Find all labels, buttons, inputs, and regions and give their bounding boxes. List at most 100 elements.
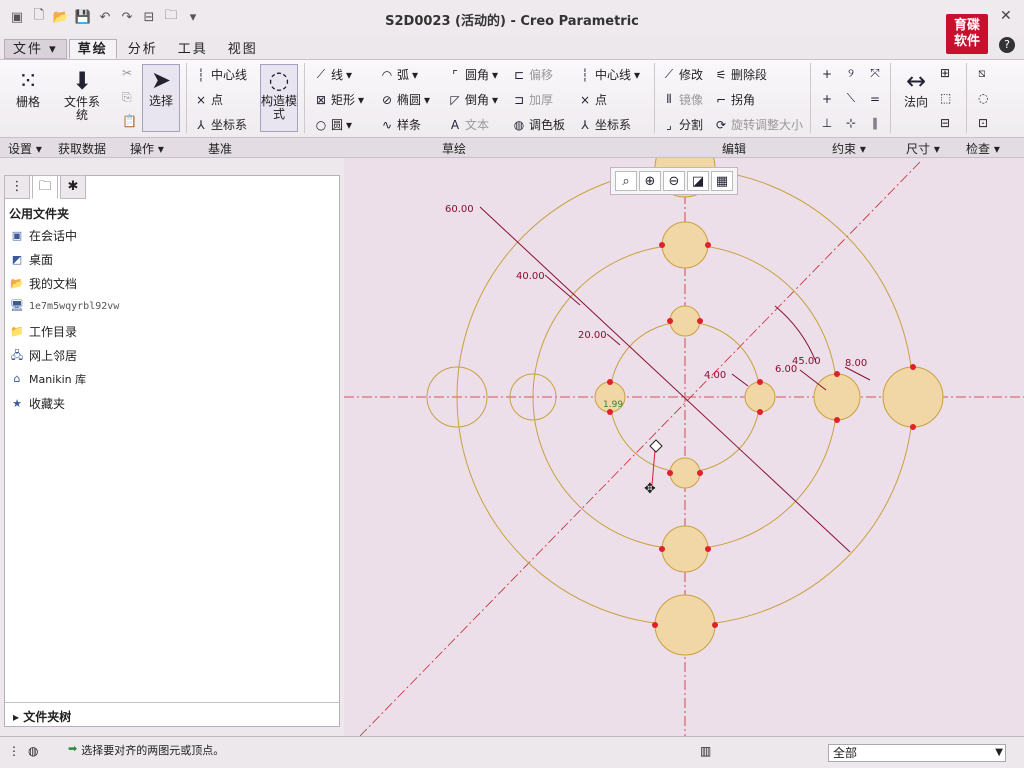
midpoint-constraint-icon[interactable]: ⤧ (868, 66, 882, 81)
divide-button[interactable]: ⌟ 分割 (662, 116, 703, 133)
text-button[interactable]: A 文本 (448, 116, 489, 133)
dim-40: 40.00 (516, 271, 545, 282)
group-settings[interactable]: 设置 ▾ (8, 140, 42, 157)
chamfer-icon: ◸ (450, 92, 460, 107)
chevron-down-icon: ▼ (995, 747, 1003, 758)
thicken-icon: ⊐ (513, 92, 525, 107)
fillet-button[interactable]: ⌜ 圆角 ▾ (448, 66, 498, 83)
folder-tree-toggle[interactable]: ▸ 文件夹树 (5, 702, 339, 726)
favorites-icon: ★ (12, 396, 22, 410)
group-inspect[interactable]: 检查 ▾ (966, 140, 1000, 157)
tab-tools[interactable]: 工具 (169, 39, 217, 59)
sketch-point-button[interactable]: × 点 (578, 91, 607, 108)
sketch-view-icon[interactable]: ◪ (687, 171, 709, 191)
display-options-icon[interactable]: ▦ (711, 171, 733, 191)
datum-centerline-button[interactable]: ┆ 中心线 (194, 66, 247, 83)
folder-desktop[interactable]: ◩ 桌面 (10, 251, 53, 268)
perimeter-icon[interactable]: ⊞ (940, 66, 950, 80)
smart-filter-icon[interactable]: ▥ (700, 744, 711, 758)
graphics-window[interactable]: 60.00 40.00 20.00 4.00 6.00 45.00 8.00 1… (344, 136, 1024, 737)
selection-filter[interactable]: 全部 ▼ (828, 744, 1006, 762)
overlapping-geometry-icon[interactable]: ⧅ (978, 66, 986, 81)
mirror-button[interactable]: ⫴ 镜像 (662, 91, 703, 108)
shade-closed-loops-icon[interactable]: ⊡ (978, 116, 988, 130)
highlight-open-ends-icon[interactable]: ◌ (978, 91, 988, 105)
rotate-resize-button[interactable]: ⟳ 旋转调整大小 (714, 116, 803, 133)
spline-icon: ∿ (381, 117, 393, 132)
library-icon: ⌂ (13, 372, 21, 385)
group-operations[interactable]: 操作 ▾ (130, 140, 164, 157)
group-datum: 基准 (208, 142, 233, 156)
rectangle-button[interactable]: ⊠ 矩形 ▾ (314, 91, 364, 108)
baseline-icon[interactable]: ⊟ (940, 116, 950, 130)
sketch-centerline-button[interactable]: ┆ 中心线 ▾ (578, 66, 640, 83)
zoom-out-icon[interactable]: ⊖ (663, 171, 685, 191)
perpendicular-constraint-icon[interactable]: ⊥ (820, 116, 834, 130)
hole-bottom-mid (661, 525, 709, 573)
rotate-resize-icon: ⟳ (715, 117, 727, 132)
datum-coordsys-button[interactable]: ⅄ 坐标系 (194, 116, 247, 133)
cut-icon[interactable]: ✂ (122, 66, 132, 80)
group-constrain[interactable]: 约束 ▾ (832, 140, 866, 157)
normal-dimension-button[interactable]: ↔ 法向 (896, 66, 936, 109)
close-icon[interactable]: ✕ (1000, 8, 1012, 24)
tab-file[interactable]: 文件 ▾ (4, 39, 67, 59)
sketch-coordsys-button[interactable]: ⅄ 坐标系 (578, 116, 631, 133)
folder-favorites[interactable]: ★ 收藏夹 (10, 395, 65, 412)
horizontal-constraint-icon[interactable]: + (820, 92, 834, 106)
corner-button[interactable]: ⌐ 拐角 (714, 91, 755, 108)
model-tree-tab[interactable]: ⋮ (4, 175, 30, 199)
thicken-button[interactable]: ⊐ 加厚 (512, 91, 553, 108)
modify-button[interactable]: ⟋ 修改 (662, 66, 703, 83)
palette-button[interactable]: ◍ 调色板 (512, 116, 565, 133)
tab-view[interactable]: 视图 (219, 39, 267, 59)
tab-analysis[interactable]: 分析 (119, 39, 167, 59)
tangent-constraint-icon[interactable]: ୨ (844, 66, 858, 81)
parallel-constraint-icon[interactable]: ∥ (868, 116, 882, 130)
spline-button[interactable]: ∿ 样条 (380, 116, 421, 133)
grid-icon: ⁙ (17, 67, 39, 95)
datum-point-button[interactable]: × 点 (194, 91, 223, 108)
tab-sketch[interactable]: 草绘 (68, 39, 117, 59)
folder-browser-tab[interactable]: 🗀 (32, 175, 58, 199)
equal-constraint-icon[interactable]: = (868, 92, 882, 106)
drag-handle-icon (649, 439, 663, 453)
paste-icon[interactable]: 📋 (122, 114, 137, 128)
reference-icon[interactable]: ⬚ (940, 91, 951, 105)
help-icon[interactable]: ? (999, 37, 1015, 53)
delete-segment-button[interactable]: ⚟ 删除段 (714, 66, 767, 83)
symmetric-constraint-icon[interactable]: ⊹ (844, 116, 858, 130)
vertical-constraint-icon[interactable]: + (820, 67, 834, 81)
hole-bottom-inner (669, 457, 701, 489)
chamfer-button[interactable]: ◸ 倒角 ▾ (448, 91, 498, 108)
dim-8: 8.00 (845, 358, 867, 369)
favorites-tab[interactable]: ✱ (60, 175, 86, 199)
folder-working-directory[interactable]: 📁 工作目录 (10, 323, 77, 340)
circle-button[interactable]: ○ 圆 ▾ (314, 116, 352, 133)
constraints-row-2: + ⟍ = (820, 91, 882, 106)
coincident-constraint-icon[interactable]: ⟍ (844, 91, 858, 106)
construction-mode-button[interactable]: ◌ 构造模式 (260, 64, 298, 132)
folder-network[interactable]: 🖧 网上邻居 (10, 347, 77, 364)
zoom-in-icon[interactable]: ⊕ (639, 171, 661, 191)
folder-in-session[interactable]: ▣ 在会话中 (10, 227, 77, 244)
arc-button[interactable]: ◠ 弧 ▾ (380, 66, 418, 83)
browser-toggle-icon[interactable]: ◍ (28, 744, 38, 758)
folder-my-documents[interactable]: 📂 我的文档 (10, 275, 77, 292)
fillet-icon: ⌜ (452, 67, 458, 82)
line-button[interactable]: ⟋ 线 ▾ (314, 66, 352, 83)
folder-computer[interactable]: 🖥 1e7m5wqyrbl92vw (10, 299, 119, 313)
select-button[interactable]: ➤ 选择 (142, 64, 180, 132)
grid-button[interactable]: ⁙ 栅格 (8, 66, 48, 109)
navigator-toggle-icon[interactable]: ⋮ (8, 744, 20, 758)
folder-manikin-library[interactable]: ⌂ Manikin 库 (10, 371, 87, 387)
refit-icon[interactable]: ⌕ (615, 171, 637, 191)
file-system-icon: ⬇ (71, 67, 93, 95)
offset-button[interactable]: ⊏ 偏移 (512, 66, 553, 83)
ellipse-button[interactable]: ⊘ 椭圆 ▾ (380, 91, 430, 108)
sketch-drawing[interactable]: 60.00 40.00 20.00 4.00 6.00 45.00 8.00 1… (344, 136, 1024, 737)
file-system-button[interactable]: ⬇ 文件系统 (62, 66, 102, 122)
group-dimension[interactable]: 尺寸 ▾ (906, 140, 940, 157)
copy-icon[interactable]: ⎘ (122, 90, 132, 105)
graphics-toolbar: ⌕ ⊕ ⊖ ◪ ▦ (610, 167, 738, 195)
